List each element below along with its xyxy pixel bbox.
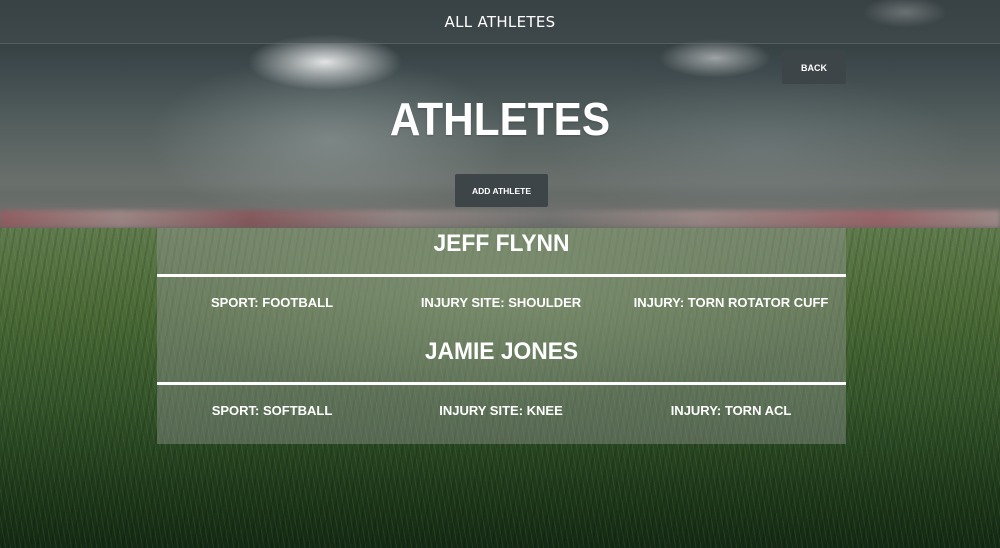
top-bar-title: ALL ATHLETES — [444, 12, 556, 31]
athlete-sport: SPORT: FOOTBALL — [210, 295, 334, 310]
athlete-injury-site: INJURY SITE: SHOULDER — [420, 295, 582, 310]
athlete-divider — [157, 382, 846, 385]
advertising-boards — [0, 210, 1000, 228]
back-button[interactable]: BACK — [782, 51, 846, 84]
athlete-injury-site: INJURY SITE: KNEE — [439, 403, 563, 418]
athlete-list: JEFF FLYNN SPORT: FOOTBALL INJURY SITE: … — [157, 228, 846, 444]
athlete-injury: INJURY: TORN ROTATOR CUFF — [633, 295, 829, 310]
page-title: ATHLETES — [389, 93, 611, 145]
top-bar: ALL ATHLETES — [0, 0, 1000, 44]
add-athlete-button[interactable]: ADD ATHLETE — [455, 174, 548, 207]
athlete-divider — [157, 274, 846, 277]
athlete-sport: SPORT: SOFTBALL — [211, 403, 333, 418]
athlete-name: JEFF FLYNN — [433, 230, 570, 257]
athlete-card[interactable]: JEFF FLYNN SPORT: FOOTBALL INJURY SITE: … — [157, 228, 846, 336]
athlete-card[interactable]: JAMIE JONES SPORT: SOFTBALL INJURY SITE:… — [157, 336, 846, 444]
athlete-name: JAMIE JONES — [424, 338, 579, 365]
athlete-injury: INJURY: TORN ACL — [670, 403, 792, 418]
